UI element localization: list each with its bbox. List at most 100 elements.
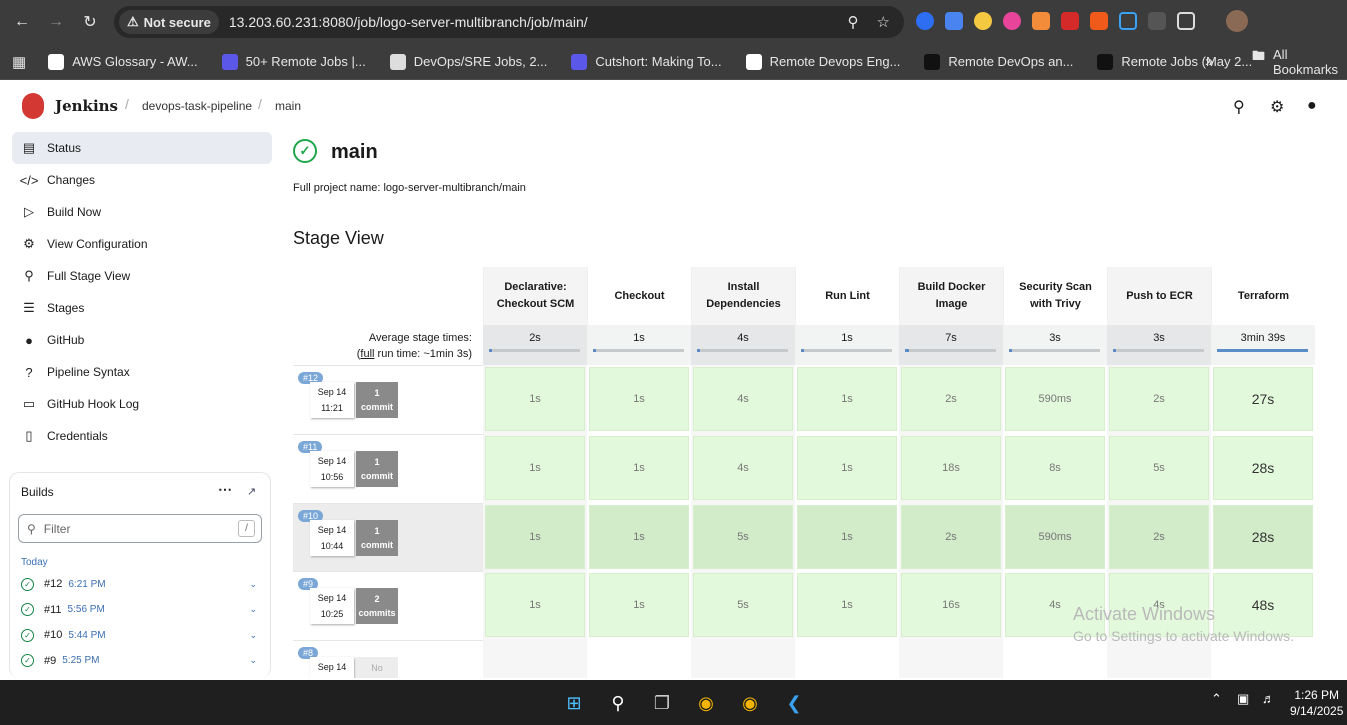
forward-icon[interactable]: →	[39, 5, 73, 39]
extension-icon[interactable]	[1090, 12, 1108, 30]
commits-button[interactable]: 1 commit	[356, 382, 398, 418]
build-row[interactable]: ✓ #11 5:56 PM ⌄	[21, 599, 257, 621]
bookmark-star-icon[interactable]: ☆	[877, 13, 890, 31]
bookmark-item[interactable]: Remote DevOps an...	[924, 53, 1073, 70]
screenshot-icon[interactable]	[1119, 12, 1137, 30]
volume-icon[interactable]: ♬	[1262, 691, 1275, 706]
build-number[interactable]: #11	[44, 604, 62, 616]
apps-icon[interactable]: ▦	[12, 53, 26, 71]
sidebar-item-stages[interactable]: ☰ Stages	[12, 292, 272, 324]
stage-cell[interactable]: 1s	[589, 436, 689, 500]
chevron-down-icon[interactable]: ⌄	[249, 655, 257, 666]
stage-cell[interactable]: 28s	[1213, 436, 1313, 500]
all-bookmarks[interactable]: 🖿 All Bookmarks	[1252, 47, 1347, 77]
vscode-icon[interactable]: ❮	[781, 690, 807, 716]
stage-cell[interactable]: 5s	[1109, 436, 1209, 500]
stage-cell[interactable]: 1s	[485, 573, 585, 637]
stage-cell[interactable]: 5s	[693, 505, 793, 569]
build-number[interactable]: #10	[44, 629, 62, 641]
stage-cell[interactable]: 2s	[901, 505, 1001, 569]
not-secure-chip[interactable]: ⚠ Not secure	[119, 10, 219, 34]
stage-cell[interactable]: 2s	[901, 367, 1001, 431]
stage-cell[interactable]: 1s	[797, 436, 897, 500]
system-clock[interactable]: 1:26 PM 9/14/2025	[1290, 687, 1343, 719]
jenkins-logo[interactable]	[22, 93, 44, 119]
stage-cell[interactable]: 2s	[1109, 367, 1209, 431]
stage-cell[interactable]: 16s	[901, 573, 1001, 637]
stage-cell[interactable]: 1s	[797, 505, 897, 569]
stage-cell[interactable]: 1s	[797, 573, 897, 637]
gear-icon[interactable]: ⚙	[1270, 97, 1288, 116]
stage-cell[interactable]: 1s	[797, 367, 897, 431]
more-icon[interactable]: ⋯	[218, 481, 232, 498]
full-run-link[interactable]: full	[360, 348, 374, 360]
stage-cell[interactable]: 1s	[485, 367, 585, 431]
stage-cell[interactable]: 1s	[589, 573, 689, 637]
expand-icon[interactable]: ↗	[247, 485, 256, 498]
network-icon[interactable]: ▣	[1237, 691, 1249, 707]
stage-cell[interactable]: 1s	[485, 436, 585, 500]
breadcrumb-pipeline[interactable]: devops-task-pipeline	[142, 99, 252, 113]
stage-cell[interactable]: 27s	[1213, 367, 1313, 431]
user-icon[interactable]: ●	[1307, 97, 1325, 115]
sidebar-item-full-stage-view[interactable]: ⚲ Full Stage View	[12, 260, 272, 292]
zoom-icon[interactable]: ⚲	[848, 13, 859, 31]
stage-cell[interactable]: 2s	[1109, 505, 1209, 569]
chrome-icon[interactable]: ◉	[693, 690, 719, 716]
sidebar-item-changes[interactable]: </> Changes	[12, 164, 272, 196]
translate-icon[interactable]	[945, 12, 963, 30]
puzzle-icon[interactable]	[1177, 12, 1195, 30]
stage-cell[interactable]: 8s	[1005, 436, 1105, 500]
build-number[interactable]: #9	[44, 655, 56, 667]
stage-cell[interactable]: 1s	[485, 505, 585, 569]
stage-cell[interactable]: 1s	[589, 367, 689, 431]
stage-cell[interactable]: 1s	[589, 505, 689, 569]
reload-icon[interactable]: ↻	[73, 5, 107, 39]
stage-cell[interactable]: 5s	[693, 573, 793, 637]
stage-cell[interactable]: 4s	[693, 367, 793, 431]
stage-cell[interactable]: 590ms	[1005, 505, 1105, 569]
commits-button[interactable]: No Changes	[356, 657, 398, 678]
extension-icon[interactable]	[1148, 12, 1166, 30]
sidebar-item-view-configuration[interactable]: ⚙ View Configuration	[12, 228, 272, 260]
sidebar-item-github-hook-log[interactable]: ▭ GitHub Hook Log	[12, 388, 272, 420]
address-bar[interactable]: ⚠ Not secure 13.203.60.231:8080/job/logo-…	[114, 6, 904, 38]
stage-cell[interactable]: 4s	[693, 436, 793, 500]
sidebar-item-github[interactable]: ● GitHub	[12, 324, 272, 356]
build-number[interactable]: #12	[44, 578, 62, 590]
brand[interactable]: Jenkins	[55, 97, 118, 115]
chevron-down-icon[interactable]: ⌄	[249, 579, 257, 590]
back-icon[interactable]: ←	[5, 5, 39, 39]
sidebar-item-build-now[interactable]: ▷ Build Now	[12, 196, 272, 228]
bookmark-item[interactable]: Remote Devops Eng...	[745, 53, 900, 70]
color-wheel-icon[interactable]	[1003, 12, 1021, 30]
stage-cell[interactable]: 590ms	[1005, 367, 1105, 431]
search-icon[interactable]: ⚲	[605, 690, 631, 716]
windows-start-icon[interactable]: ⊞	[561, 690, 587, 716]
build-row[interactable]: ✓ #10 5:44 PM ⌄	[21, 624, 257, 646]
commits-button[interactable]: 2 commits	[356, 588, 398, 624]
chrome-profile-icon[interactable]: ◉	[737, 690, 763, 716]
sidebar-item-status[interactable]: ▤ Status	[12, 132, 272, 164]
filter-input[interactable]: ⚲ Filter /	[18, 514, 262, 543]
bookmark-item[interactable]: AWS Glossary - AW...	[48, 53, 198, 70]
build-row[interactable]: ✓ #9 5:25 PM ⌄	[21, 650, 257, 672]
bookmark-item[interactable]: Remote Jobs (May 2...	[1097, 53, 1252, 70]
commits-button[interactable]: 1 commit	[356, 451, 398, 487]
bookmark-item[interactable]: DevOps/SRE Jobs, 2...	[389, 53, 547, 70]
commits-button[interactable]: 1 commit	[356, 520, 398, 556]
bookmark-item[interactable]: 50+ Remote Jobs |...	[221, 53, 366, 70]
extension-icon[interactable]	[916, 12, 934, 30]
stage-cell[interactable]: 28s	[1213, 505, 1313, 569]
breadcrumb-main[interactable]: main	[275, 99, 301, 113]
extension-icon[interactable]	[1061, 12, 1079, 30]
extension-icon[interactable]	[1032, 12, 1050, 30]
avatar[interactable]	[1226, 10, 1248, 32]
sidebar-item-credentials[interactable]: ▯ Credentials	[12, 420, 272, 452]
task-view-icon[interactable]: ❐	[649, 690, 675, 716]
build-row[interactable]: ✓ #12 6:21 PM ⌄	[21, 573, 257, 595]
chevron-down-icon[interactable]: ⌄	[249, 630, 257, 641]
sidebar-item-pipeline-syntax[interactable]: ? Pipeline Syntax	[12, 356, 272, 388]
lightbulb-icon[interactable]	[974, 12, 992, 30]
chevron-up-icon[interactable]: ⌃	[1211, 691, 1222, 707]
